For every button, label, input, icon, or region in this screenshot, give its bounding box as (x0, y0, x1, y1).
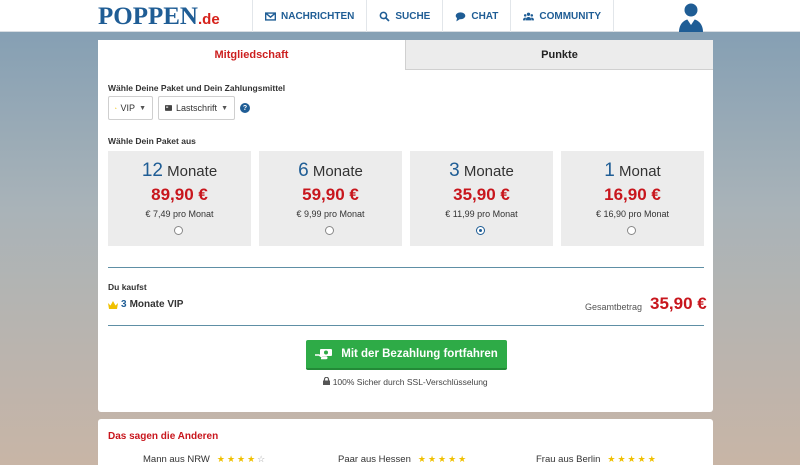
choose-package-label: Wähle Dein Paket aus (108, 136, 196, 146)
nav-item-suche[interactable]: SUCHE (366, 0, 442, 32)
review-author: Mann aus NRW (143, 454, 210, 465)
continue-payment-button[interactable]: Mit der Bezahlung fortfahren (306, 340, 507, 370)
summary-item: 3 Monate VIP (108, 299, 183, 310)
package-per-month: € 11,99 pro Monat (445, 209, 518, 219)
package-duration: 3 Monate (410, 160, 553, 182)
bank-card-icon (165, 105, 173, 111)
lock-icon (323, 376, 331, 385)
help-icon[interactable]: ? (240, 103, 250, 113)
package-per-month: € 16,90 pro Monat (595, 209, 670, 219)
membership-card: Mitgliedschaft Punkte Wähle Deine Paket … (98, 40, 713, 412)
package-duration: 1 Monat (561, 160, 704, 182)
package-per-month: € 7,49 pro Monat (145, 209, 214, 219)
continue-payment-label: Mit der Bezahlung fortfahren (341, 348, 498, 360)
package-duration: 12 Monate (108, 160, 251, 182)
tab-membership[interactable]: Mitgliedschaft (98, 40, 405, 70)
nav-item-community[interactable]: COMMUNITY (510, 0, 615, 32)
nav-label: COMMUNITY (539, 10, 602, 22)
poppen-logo[interactable]: POPPEN.de (98, 3, 220, 31)
envelope-icon (265, 11, 276, 21)
package-unit: Monat (619, 163, 661, 180)
star-rating: ★★★★★ (417, 454, 469, 464)
divider (108, 267, 704, 268)
package-unit: Monate (167, 163, 218, 180)
package-unit: Monate (312, 163, 363, 180)
package-radio[interactable] (325, 226, 334, 235)
community-icon (523, 12, 535, 20)
review-item: Mann aus NRW ★★★★☆ (143, 454, 267, 465)
package-price: 35,90 € (453, 185, 510, 204)
summary-item-number: 3 (121, 299, 127, 310)
reviews-card: Das sagen die Anderen Mann aus NRW ★★★★☆… (98, 419, 713, 465)
package-radio[interactable] (174, 226, 183, 235)
package-radio-selected[interactable] (476, 226, 485, 235)
divider (108, 325, 704, 326)
package-select[interactable]: VIP ▼ (108, 96, 153, 120)
top-navigation-bar: POPPEN.de NACHRICHTEN SUCHE CHAT COMMUNI… (0, 0, 800, 32)
package-option-1-month[interactable]: 1 Monat 16,90 € € 16,90 pro Monat (561, 151, 704, 246)
package-option-6-months[interactable]: 6 Monate 59,90 € € 9,99 pro Monat (259, 151, 402, 246)
package-price: 16,90 € (604, 185, 661, 204)
package-unit: Monate (463, 163, 514, 180)
package-per-month: € 9,99 pro Monat (296, 209, 365, 219)
package-price: 59,90 € (302, 185, 359, 204)
nav-item-nachrichten[interactable]: NACHRICHTEN (252, 0, 366, 32)
nav-label: CHAT (471, 10, 499, 22)
payment-select-value: Lastschrift (176, 103, 218, 113)
payment-select[interactable]: Lastschrift ▼ (158, 96, 235, 120)
review-author: Frau aus Berlin (536, 454, 601, 465)
package-duration: 6 Monate (259, 160, 402, 182)
package-payment-label: Wähle Deine Paket und Dein Zahlungsmitte… (108, 83, 286, 93)
package-number: 12 (141, 160, 163, 181)
star-rating: ★★★★☆ (216, 454, 268, 464)
total-label: Gesamtbetrag (585, 302, 643, 312)
tab-points[interactable]: Punkte (405, 40, 713, 70)
review-author: Paar aus Hessen (338, 454, 411, 465)
package-number: 1 (604, 160, 615, 181)
main-nav: NACHRICHTEN SUCHE CHAT COMMUNITY (252, 0, 615, 32)
package-select-value: VIP (120, 103, 136, 113)
tab-bar: Mitgliedschaft Punkte (98, 40, 713, 70)
chevron-down-icon: ▼ (139, 104, 146, 112)
logo-main: POPPEN (98, 3, 198, 30)
package-option-3-months[interactable]: 3 Monate 35,90 € € 11,99 pro Monat (410, 151, 553, 246)
nav-label: NACHRICHTEN (281, 10, 355, 22)
package-option-12-months[interactable]: 12 Monate 89,90 € € 7,49 pro Monat (108, 151, 251, 246)
package-radio[interactable] (627, 226, 636, 235)
secure-note: 100% Sicher durch SSL-Verschlüsselung (98, 376, 713, 387)
chat-icon (456, 11, 466, 21)
user-avatar-icon[interactable] (676, 0, 706, 32)
logo-tld: .de (198, 11, 220, 28)
star-rating: ★★★★★ (607, 454, 658, 464)
secure-note-text: 100% Sicher durch SSL-Verschlüsselung (332, 377, 488, 387)
search-icon (379, 11, 390, 22)
crown-icon (108, 300, 118, 309)
money-hand-icon (315, 349, 333, 360)
nav-item-chat[interactable]: CHAT (442, 0, 510, 32)
review-item: Paar aus Hessen ★★★★★ (338, 454, 468, 465)
total-value: 35,90 € (650, 294, 707, 313)
package-price: 89,90 € (151, 185, 208, 204)
summary-label: Du kaufst (108, 282, 147, 292)
package-number: 3 (449, 160, 460, 181)
summary-item-text: Monate VIP (129, 299, 184, 310)
review-item: Frau aus Berlin ★★★★★ (536, 454, 658, 465)
crown-icon (115, 107, 117, 109)
reviews-title: Das sagen die Anderen (108, 431, 219, 442)
nav-label: SUCHE (395, 10, 431, 22)
chevron-down-icon: ▼ (221, 104, 228, 112)
package-number: 6 (298, 160, 309, 181)
